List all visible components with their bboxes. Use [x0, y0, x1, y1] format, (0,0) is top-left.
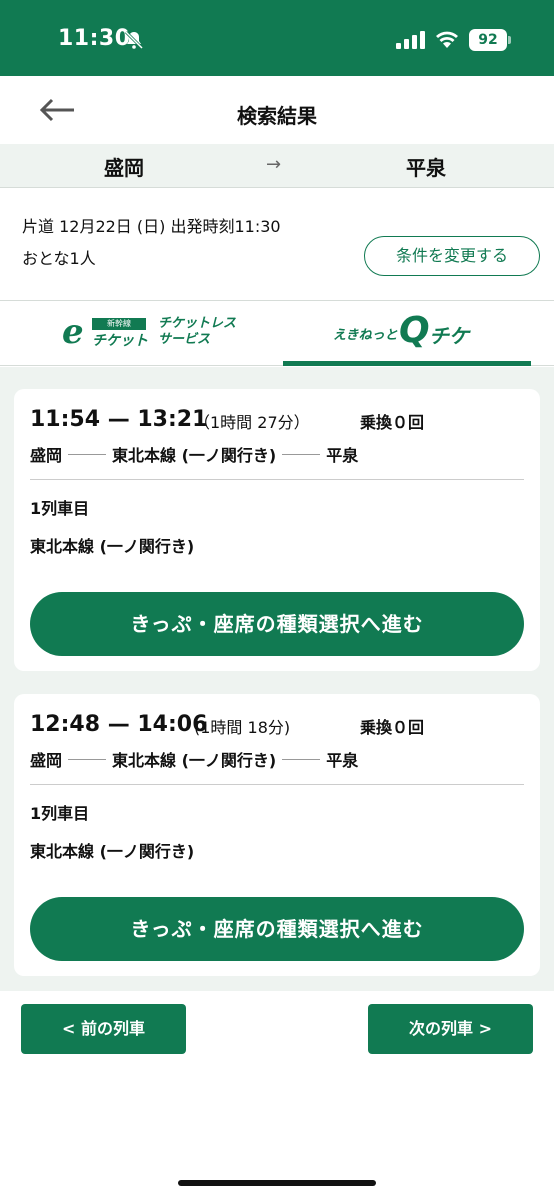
- travel-duration: （1時間 27分）: [194, 413, 310, 432]
- transfer-count: 乗換０回: [360, 413, 425, 432]
- status-bar: 11:30 92: [0, 0, 554, 76]
- q-chike-logo-ekinet: えきねっと: [333, 328, 398, 343]
- route-to: 平泉: [326, 446, 359, 465]
- battery-indicator: 92: [469, 29, 507, 51]
- train-number: 1列車目: [30, 499, 90, 518]
- route-line: 盛岡 東北本線 (一ノ関行き) 平泉: [30, 748, 358, 770]
- departure-arrival-times: 11:54 — 13:21: [30, 407, 208, 432]
- e-ticket-logo-service-line1: チケットレス: [158, 316, 237, 331]
- passenger-count: おとな1人: [22, 249, 96, 268]
- route-arrow-icon: →: [266, 154, 282, 175]
- route-dash: [282, 453, 321, 455]
- e-ticket-logo-e: e: [62, 312, 84, 352]
- route-dash: [68, 453, 107, 455]
- next-train-button[interactable]: 次の列車 >: [368, 1004, 533, 1054]
- route-summary: 盛岡 → 平泉: [0, 144, 554, 188]
- e-ticket-logo-service-line2: サービス: [158, 332, 211, 347]
- departure-arrival-times: 12:48 — 14:06: [30, 712, 208, 737]
- pagination: < 前の列車 次の列車 >: [0, 991, 554, 1200]
- route-from: 盛岡: [30, 751, 63, 770]
- result-card: 12:48 — 14:06 (1時間 18分) 乗換０回 盛岡 東北本線 (一ノ…: [14, 694, 540, 976]
- arrival-station: 平泉: [406, 156, 446, 180]
- signal-icon: [396, 31, 425, 49]
- results-list: 11:54 — 13:21 （1時間 27分） 乗換０回 盛岡 東北本線 (一ノ…: [0, 367, 554, 991]
- select-ticket-button[interactable]: きっぷ・座席の種類選択へ進む: [30, 897, 524, 961]
- route-dash: [282, 758, 321, 760]
- select-ticket-button[interactable]: きっぷ・座席の種類選択へ進む: [30, 592, 524, 656]
- home-indicator[interactable]: [178, 1180, 376, 1186]
- search-conditions: 片道 12月22日 (日) 出発時刻11:30 おとな1人 条件を変更する: [0, 189, 554, 301]
- status-time: 11:30: [58, 26, 131, 51]
- wifi-icon: [436, 31, 458, 48]
- battery-tip: [508, 36, 511, 44]
- route-line-name: 東北本線 (一ノ関行き): [112, 751, 277, 770]
- divider: [30, 784, 524, 785]
- active-tab-indicator: [283, 361, 531, 366]
- route-line-name: 東北本線 (一ノ関行き): [112, 446, 277, 465]
- e-ticket-logo-service: チケットレス サービス: [158, 316, 236, 348]
- q-chike-logo-chike: チケ: [429, 324, 469, 348]
- transfer-count: 乗換０回: [360, 718, 425, 737]
- bell-muted-icon: [124, 30, 144, 50]
- route-dash: [68, 758, 107, 760]
- train-name: 東北本線 (一ノ関行き): [30, 842, 195, 861]
- tab-e-ticket[interactable]: e 新幹線 チケット チケットレス サービス: [22, 302, 282, 366]
- nav-bar: 検索結果: [0, 76, 554, 144]
- route-to: 平泉: [326, 751, 359, 770]
- divider: [30, 479, 524, 480]
- route-line: 盛岡 東北本線 (一ノ関行き) 平泉: [30, 443, 358, 465]
- service-tabs: e 新幹線 チケット チケットレス サービス えきねっと Q チケ: [0, 302, 554, 366]
- route-from: 盛岡: [30, 446, 63, 465]
- trip-date-time: 片道 12月22日 (日) 出発時刻11:30: [22, 217, 281, 236]
- travel-duration: (1時間 18分): [194, 718, 291, 737]
- e-ticket-logo-tag: 新幹線: [92, 318, 146, 330]
- page-title: 検索結果: [237, 104, 317, 128]
- q-chike-logo-q: Q: [399, 310, 430, 351]
- tab-q-chike[interactable]: えきねっと Q チケ: [283, 302, 531, 366]
- change-conditions-button[interactable]: 条件を変更する: [364, 236, 540, 276]
- result-card: 11:54 — 13:21 （1時間 27分） 乗換０回 盛岡 東北本線 (一ノ…: [14, 389, 540, 671]
- previous-train-button[interactable]: < 前の列車: [21, 1004, 186, 1054]
- train-name: 東北本線 (一ノ関行き): [30, 537, 195, 556]
- e-ticket-logo-ticket: チケット: [92, 333, 148, 349]
- train-number: 1列車目: [30, 804, 90, 823]
- departure-station: 盛岡: [104, 156, 144, 180]
